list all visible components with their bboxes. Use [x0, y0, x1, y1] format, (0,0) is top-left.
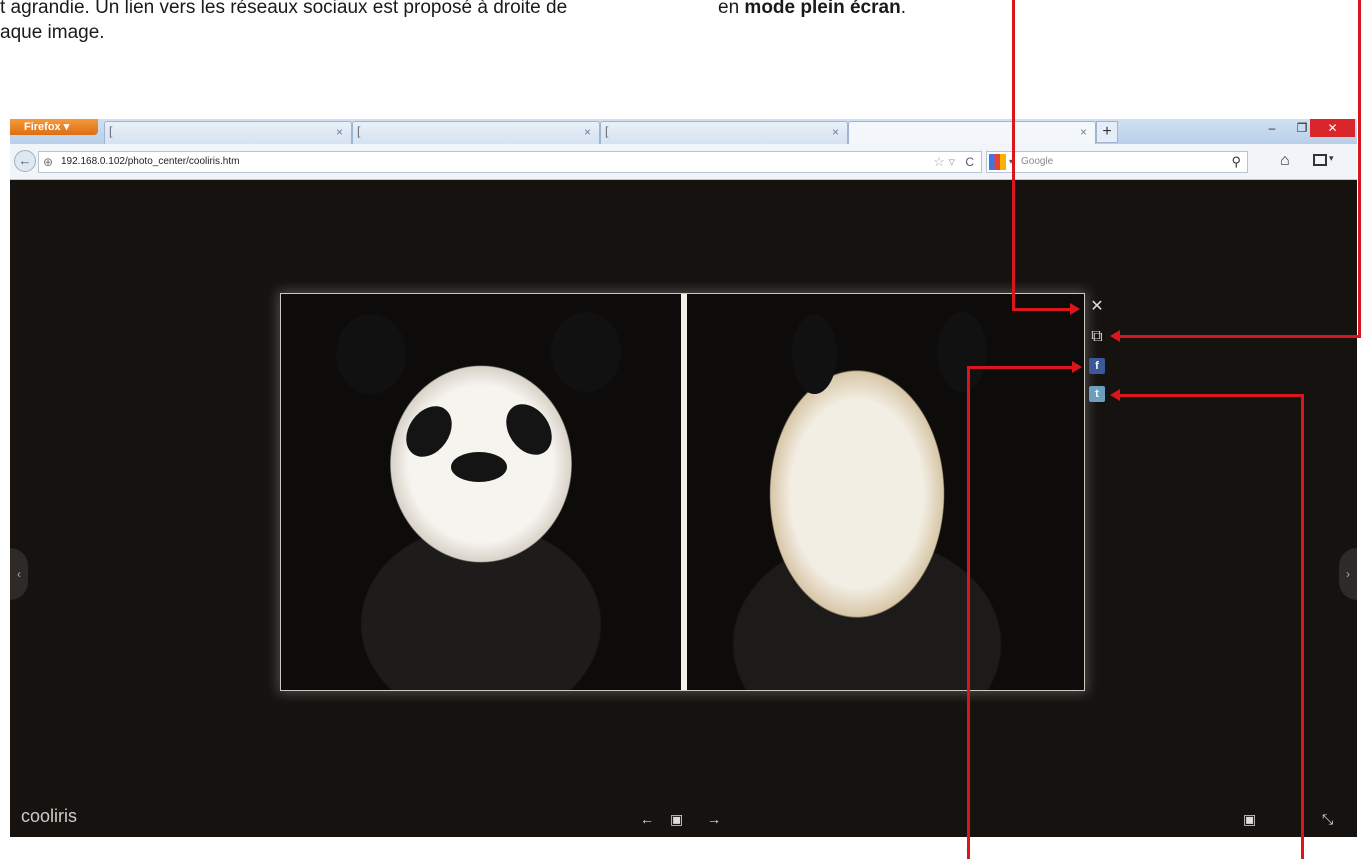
tab-2-label: [ [357, 124, 361, 138]
next-arrow-icon[interactable]: → [707, 811, 721, 827]
annotation-line [967, 366, 1075, 369]
doc-right-bold: mode plein écran [744, 0, 901, 18]
annotation-line [1012, 308, 1074, 311]
image-frame [280, 293, 1085, 691]
title-bar: Firefox ▾ [ × [ × [ × × + – ❐ ✕ [10, 119, 1357, 144]
panda-ear [336, 314, 406, 394]
globe-icon: ⊕ [43, 155, 54, 169]
search-input[interactable]: Google [1021, 156, 1053, 167]
panda-eye-patch [396, 397, 462, 466]
search-bar[interactable]: ▾ Google ⚲ [986, 151, 1248, 173]
tab-close-icon[interactable]: × [1080, 125, 1087, 139]
previous-arrow-icon[interactable]: ← [640, 811, 654, 827]
annotation-line [1301, 394, 1304, 859]
cooliris-viewer: ‹ › ✕ ⧉ f t cooliris ← ▣ → ▣ ⤡ [10, 180, 1357, 837]
panda-back-photo[interactable] [687, 294, 1084, 690]
previous-image-handle[interactable]: ‹ [10, 548, 28, 600]
panda-ear [551, 312, 621, 392]
annotation-arrowhead [1072, 361, 1082, 373]
annotation-arrowhead [1070, 303, 1080, 315]
bookmark-star-icon[interactable]: ☆ ▿ [933, 154, 955, 170]
slideshow-icon[interactable]: ▣ [670, 811, 683, 828]
annotation-line [967, 366, 970, 859]
annotation-line [1120, 394, 1304, 397]
bookmarks-dropdown-icon[interactable]: ▾ [1329, 153, 1334, 164]
screen-icon[interactable]: ▣ [1243, 811, 1256, 828]
minimize-button[interactable]: – [1257, 119, 1287, 137]
tab-close-icon[interactable]: × [336, 125, 343, 139]
bookmarks-icon[interactable] [1313, 154, 1327, 166]
fullscreen-icon[interactable]: ⤡ [1322, 811, 1333, 828]
doc-paragraph-line-1: t agrandie. Un lien vers les réseaux soc… [0, 0, 568, 18]
back-arrow-icon[interactable]: ← [14, 150, 36, 172]
doc-right-prefix: en [718, 0, 745, 18]
reload-icon[interactable]: C [965, 155, 974, 169]
google-icon[interactable] [989, 154, 1006, 170]
annotation-line [1358, 0, 1361, 338]
close-icon[interactable]: ✕ [1086, 296, 1108, 318]
tab-1[interactable]: [ × [104, 121, 352, 144]
panda-ear [937, 312, 987, 392]
navigation-bar: ← ⊕ 192.168.0.102/photo_center/cooliris.… [10, 144, 1357, 180]
panda-eye-patch [496, 395, 562, 464]
annotation-line [1120, 335, 1361, 338]
doc-paragraph-line-2: aque image. [0, 22, 105, 43]
url-bar[interactable]: ⊕ 192.168.0.102/photo_center/cooliris.ht… [38, 151, 982, 173]
annotation-line [1012, 0, 1015, 310]
close-window-button[interactable]: ✕ [1310, 119, 1355, 137]
external-link-icon[interactable]: ⧉ [1086, 326, 1108, 348]
tab-3-label: [ [605, 124, 609, 138]
search-icon[interactable]: ⚲ [1231, 154, 1241, 170]
tab-4-active[interactable]: × [848, 121, 1096, 144]
cooliris-logo: cooliris [21, 806, 78, 826]
panda-front-photo[interactable] [281, 294, 681, 690]
firefox-menu-button[interactable]: Firefox ▾ [10, 119, 98, 135]
tab-3[interactable]: [ × [600, 121, 848, 144]
tab-close-icon[interactable]: × [584, 125, 591, 139]
tab-1-label: [ [109, 124, 113, 138]
doc-paragraph-right: en mode plein écran. [718, 0, 906, 20]
twitter-icon[interactable]: t [1089, 386, 1105, 402]
annotation-arrowhead [1110, 330, 1120, 342]
browser-window: Firefox ▾ [ × [ × [ × × + – ❐ ✕ ← ⊕ 192.… [10, 119, 1357, 837]
annotation-arrowhead [1110, 389, 1120, 401]
facebook-icon[interactable]: f [1089, 358, 1105, 374]
home-icon[interactable]: ⌂ [1280, 152, 1290, 170]
tab-2[interactable]: [ × [352, 121, 600, 144]
url-text[interactable]: 192.168.0.102/photo_center/cooliris.htm [61, 156, 239, 167]
next-image-handle[interactable]: › [1339, 548, 1357, 600]
panda-nose [451, 452, 507, 482]
doc-right-suffix: . [900, 0, 906, 18]
panda-ear [792, 314, 837, 394]
new-tab-button[interactable]: + [1096, 121, 1118, 143]
tab-close-icon[interactable]: × [832, 125, 839, 139]
